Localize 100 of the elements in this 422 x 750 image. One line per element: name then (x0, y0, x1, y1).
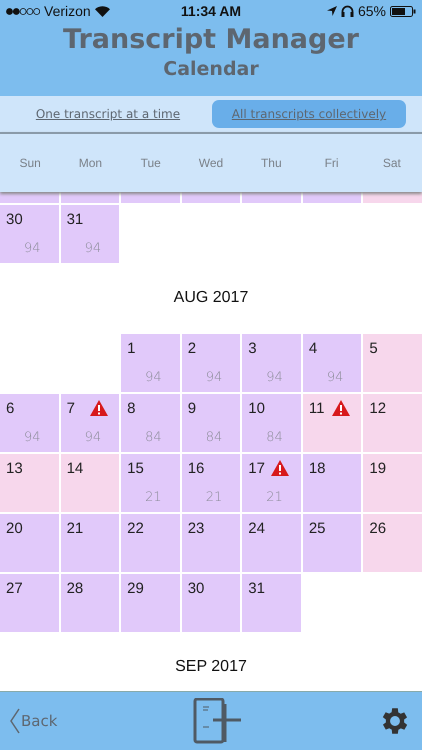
day-number: 1 (127, 340, 136, 357)
calendar-day[interactable]: 27 (0, 574, 59, 632)
day-number: 16 (188, 460, 204, 477)
calendar-day[interactable]: 12 (363, 394, 422, 452)
day-number: 27 (6, 580, 23, 597)
day-number: 31 (248, 580, 265, 597)
calendar-day[interactable]: 13 (0, 454, 59, 512)
transcript-count: 84 (145, 430, 162, 445)
day-number: 15 (127, 460, 144, 477)
day-number: 19 (369, 460, 386, 477)
day-number: 25 (308, 520, 326, 537)
calendar-day[interactable]: 11 (302, 394, 362, 452)
day-number: 9 (188, 400, 196, 417)
calendar-day[interactable]: 5 (363, 334, 422, 392)
weekday-label: Tue (140, 156, 162, 170)
screen-subtitle: Calendar (163, 58, 259, 80)
calendar-day[interactable]: 19 (363, 454, 422, 512)
calendar-day[interactable] (121, 192, 180, 203)
calendar-day[interactable]: 1 94 (121, 334, 180, 392)
weekday-label: Wed (198, 156, 224, 170)
day-number: 5 (369, 340, 378, 357)
weekday-label: Thu (260, 156, 283, 170)
day-number: 18 (308, 460, 326, 477)
day-number: 21 (66, 520, 84, 537)
calendar-day[interactable]: 21 (60, 514, 120, 572)
day-number: 20 (6, 520, 23, 537)
calendar-day[interactable]: 26 (363, 514, 422, 572)
transcript-count: 84 (206, 430, 222, 445)
battery-percent: 65% (358, 3, 386, 19)
day-number: 24 (248, 520, 265, 537)
day-number: 30 (6, 211, 23, 228)
day-number: 2 (188, 340, 196, 357)
calendar-day[interactable] (363, 192, 422, 203)
weekday-label: Fri (324, 156, 340, 170)
day-number: 31 (66, 211, 84, 228)
mode-tab[interactable]: One transcript at a time (16, 100, 200, 128)
day-number: 23 (188, 520, 204, 537)
calendar-day[interactable]: 23 (182, 514, 240, 572)
calendar-day[interactable] (242, 192, 301, 203)
calendar-day[interactable]: 31 94 (60, 205, 120, 263)
calendar-day[interactable]: 16 21 (182, 454, 240, 512)
calendar-day[interactable]: 4 94 (302, 334, 362, 392)
wifi-icon (94, 6, 110, 16)
calendar-day[interactable]: 29 (121, 574, 180, 632)
transcript-count: 94 (206, 370, 222, 385)
transcript-count: 84 (266, 430, 283, 445)
calendar-day[interactable]: 14 (60, 454, 120, 512)
transcript-count: 94 (84, 430, 102, 445)
calendar-day[interactable]: 25 (302, 514, 362, 572)
battery-icon (390, 6, 416, 16)
transcript-count: 94 (84, 241, 102, 256)
calendar-day[interactable]: 9 84 (182, 394, 240, 452)
calendar-day[interactable]: 18 (302, 454, 362, 512)
day-number: 6 (6, 400, 14, 417)
day-number: 22 (127, 520, 144, 537)
transcript-count: 94 (24, 241, 41, 256)
weekday-label: Sun (18, 156, 42, 170)
day-number: 4 (308, 340, 318, 357)
calendar-day[interactable]: 3 94 (242, 334, 301, 392)
calendar-day[interactable] (302, 192, 362, 203)
transcript-count: 94 (266, 370, 283, 385)
calendar-day[interactable]: 2 94 (182, 334, 240, 392)
day-number: 30 (188, 580, 204, 597)
calendar-day[interactable]: 7 94 (60, 394, 120, 452)
day-number: 12 (369, 400, 386, 417)
calendar-day[interactable]: 30 (182, 574, 240, 632)
day-number: 10 (248, 400, 265, 417)
clock-time: 11:34 AM (180, 3, 242, 19)
month-title: AUG 2017 (174, 288, 248, 308)
calendar-day[interactable]: 28 (60, 574, 120, 632)
calendar-day[interactable] (0, 192, 59, 203)
location-arrow-icon (326, 6, 337, 16)
day-number: 8 (127, 400, 136, 417)
calendar-day[interactable]: 10 84 (242, 394, 301, 452)
calendar-day[interactable]: 20 (0, 514, 59, 572)
calendar-day[interactable]: 24 (242, 514, 301, 572)
calendar-day[interactable]: 6 94 (0, 394, 59, 452)
calendar-day[interactable]: 17 21 (242, 454, 301, 512)
day-number: 3 (248, 340, 257, 357)
add-document-icon[interactable] (192, 698, 243, 744)
calendar-day[interactable]: 8 84 (121, 394, 180, 452)
weekday-label: Mon (78, 156, 104, 170)
calendar-day[interactable]: 31 (242, 574, 301, 632)
day-number: 26 (369, 520, 386, 537)
carrier-name: Verizon (44, 3, 91, 19)
calendar-day[interactable]: 22 (121, 514, 180, 572)
transcript-count: 94 (145, 370, 162, 385)
calendar-day[interactable] (60, 192, 120, 203)
calendar-day[interactable] (182, 192, 240, 203)
transcript-count: 94 (24, 430, 41, 445)
day-number: 17 (248, 460, 265, 477)
transcript-count: 21 (266, 490, 283, 505)
headphones-icon (340, 5, 354, 17)
day-number: 13 (6, 460, 23, 477)
calendar-day[interactable]: 15 21 (121, 454, 180, 512)
calendar-day[interactable]: 30 94 (0, 205, 59, 263)
transcript-count: 21 (145, 490, 162, 505)
day-number: 11 (308, 400, 324, 417)
day-number: 28 (66, 580, 84, 597)
day-number: 7 (66, 400, 75, 417)
